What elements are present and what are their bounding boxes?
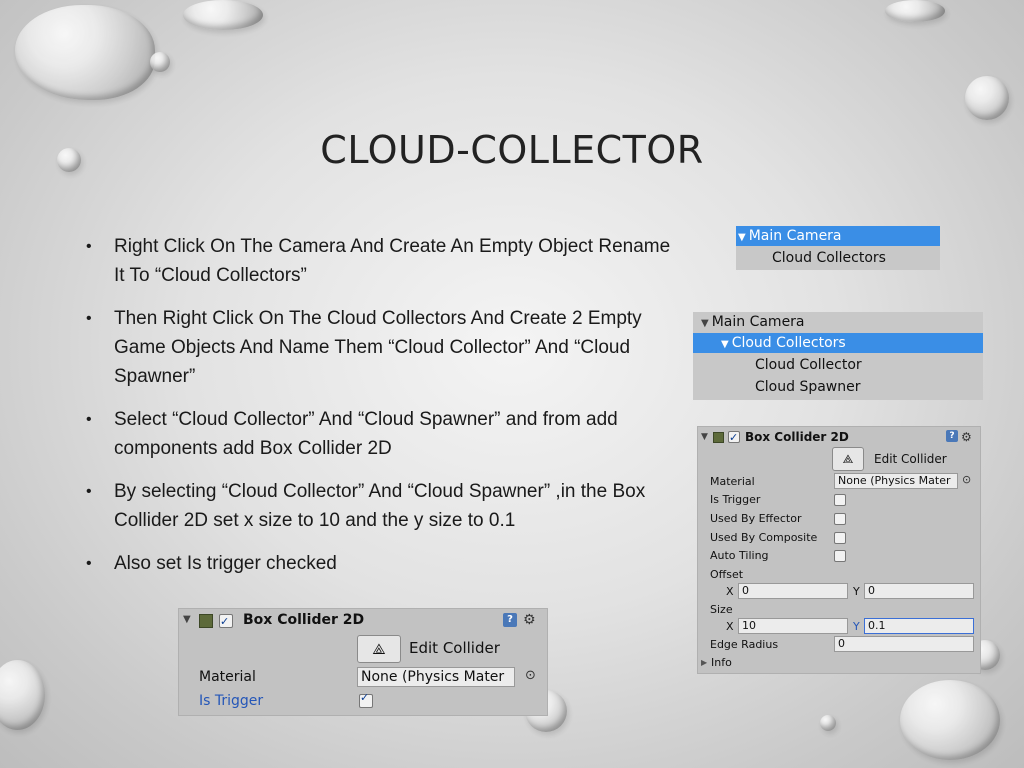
bullet-item: • Then Right Click On The Cloud Collector… xyxy=(86,304,676,391)
hierarchy-item-main-camera[interactable]: ▼ Main Camera xyxy=(701,312,805,332)
edit-collider-icon: ⟁ xyxy=(372,640,386,658)
water-drop-decoration xyxy=(15,5,155,100)
component-header: ▼ Box Collider 2D ? ⚙ xyxy=(698,427,980,448)
material-label: Material xyxy=(199,669,256,685)
edge-radius-label: Edge Radius xyxy=(710,638,779,651)
component-title: Box Collider 2D xyxy=(243,612,365,628)
bullet-icon: • xyxy=(86,310,92,327)
bullet-item: • By selecting “Cloud Collector” And “Clo… xyxy=(86,477,676,535)
info-foldout-icon[interactable]: ▶ xyxy=(701,658,707,667)
info-label[interactable]: Info xyxy=(711,656,732,669)
water-drop-decoration xyxy=(0,660,45,730)
is-trigger-label: Is Trigger xyxy=(199,693,264,709)
collider-component-icon xyxy=(713,432,724,443)
hierarchy-item-label: Main Camera xyxy=(748,228,842,244)
help-book-icon[interactable]: ? xyxy=(946,430,958,442)
offset-y-field[interactable]: 0 xyxy=(864,583,974,599)
hierarchy-item-cloud-collectors[interactable]: ▼ Cloud Collectors xyxy=(693,333,983,353)
edit-collider-icon: ⟁ xyxy=(842,452,854,466)
bullet-item: • Also set Is trigger checked xyxy=(86,549,676,578)
component-title: Box Collider 2D xyxy=(745,430,849,444)
component-enabled-checkbox[interactable] xyxy=(728,428,740,448)
used-by-effector-label: Used By Effector xyxy=(710,512,802,525)
material-label: Material xyxy=(710,475,755,488)
bullet-icon: • xyxy=(86,411,92,428)
used-by-composite-label: Used By Composite xyxy=(710,531,818,544)
foldout-arrow-icon[interactable]: ▼ xyxy=(701,427,708,447)
hierarchy-item-main-camera[interactable]: ▼ Main Camera xyxy=(736,226,940,246)
bullet-icon: • xyxy=(86,555,92,572)
hierarchy-item-label: Cloud Collector xyxy=(755,357,862,373)
help-book-icon[interactable]: ? xyxy=(503,613,517,627)
collider-component-icon xyxy=(199,614,213,628)
hierarchy-panel-2: ▼ Main Camera ▼ Cloud Collectors Cloud Col… xyxy=(693,312,983,400)
bullet-text: Right Click On The Camera And Create An … xyxy=(114,236,671,286)
is-trigger-label: Is Trigger xyxy=(710,493,761,506)
slide-title: CLOUD-COLLECTOR xyxy=(320,128,704,172)
hierarchy-item-label: Cloud Collectors xyxy=(731,335,846,351)
water-drop-decoration xyxy=(900,680,1000,760)
used-by-effector-checkbox[interactable] xyxy=(834,513,846,525)
expand-arrow-icon[interactable]: ▼ xyxy=(738,228,746,248)
is-trigger-checkbox[interactable] xyxy=(834,494,846,506)
material-field[interactable]: None (Physics Mater xyxy=(357,667,515,687)
bullet-item: • Select “Cloud Collector” And “Cloud Spa… xyxy=(86,405,676,463)
offset-x-label: X xyxy=(726,585,734,598)
edge-radius-field[interactable]: 0 xyxy=(834,636,974,652)
hierarchy-panel-1: ▼ Main Camera Cloud Collectors xyxy=(736,226,940,270)
size-label: Size xyxy=(710,603,733,616)
used-by-composite-checkbox[interactable] xyxy=(834,532,846,544)
offset-label: Offset xyxy=(710,568,744,581)
inspector-box-collider-small: ▼ Box Collider 2D ? ⚙ ⟁ Edit Collider Ma… xyxy=(178,608,548,716)
inspector-box-collider-large: ▼ Box Collider 2D ? ⚙ ⟁ Edit Collider Ma… xyxy=(697,426,981,674)
hierarchy-item-cloud-spawner[interactable]: Cloud Spawner xyxy=(755,377,861,397)
auto-tiling-checkbox[interactable] xyxy=(834,550,846,562)
edit-collider-label: Edit Collider xyxy=(874,452,947,466)
hierarchy-item-label: Cloud Collectors xyxy=(772,250,886,266)
water-drop-decoration xyxy=(965,76,1009,120)
foldout-arrow-icon[interactable]: ▼ xyxy=(183,609,191,631)
size-y-label: Y xyxy=(853,620,860,633)
water-drop-decoration xyxy=(820,715,836,731)
material-field[interactable]: None (Physics Mater xyxy=(834,473,958,489)
gear-icon[interactable]: ⚙ xyxy=(961,427,972,447)
is-trigger-checkbox[interactable] xyxy=(359,691,373,708)
edit-collider-button[interactable]: ⟁ xyxy=(357,635,401,663)
bullet-text: Select “Cloud Collector” And “Cloud Spaw… xyxy=(114,409,618,459)
object-picker-icon[interactable]: ⊙ xyxy=(962,473,971,486)
bullet-text: Also set Is trigger checked xyxy=(114,553,337,574)
hierarchy-item-cloud-collectors[interactable]: Cloud Collectors xyxy=(772,248,886,268)
size-x-field[interactable]: 10 xyxy=(738,618,848,634)
size-x-label: X xyxy=(726,620,734,633)
bullet-list: • Right Click On The Camera And Create An… xyxy=(86,232,676,592)
edit-collider-button[interactable]: ⟁ xyxy=(832,447,864,471)
edit-collider-label: Edit Collider xyxy=(409,639,500,657)
bullet-item: • Right Click On The Camera And Create An… xyxy=(86,232,676,290)
gear-icon[interactable]: ⚙ xyxy=(523,609,536,631)
water-drop-decoration xyxy=(150,52,170,72)
expand-arrow-icon[interactable]: ▼ xyxy=(721,335,729,355)
expand-arrow-icon[interactable]: ▼ xyxy=(701,314,709,334)
hierarchy-item-cloud-collector[interactable]: Cloud Collector xyxy=(755,355,862,375)
bullet-text: By selecting “Cloud Collector” And “Clou… xyxy=(114,481,646,531)
hierarchy-item-label: Main Camera xyxy=(711,314,805,330)
water-drop-decoration xyxy=(183,0,263,30)
bullet-icon: • xyxy=(86,483,92,500)
bullet-text: Then Right Click On The Cloud Collectors… xyxy=(114,308,642,387)
size-y-field[interactable]: 0.1 xyxy=(864,618,974,634)
auto-tiling-label: Auto Tiling xyxy=(710,549,769,562)
component-enabled-checkbox[interactable] xyxy=(219,611,233,633)
offset-x-field[interactable]: 0 xyxy=(738,583,848,599)
bullet-icon: • xyxy=(86,238,92,255)
offset-y-label: Y xyxy=(853,585,860,598)
hierarchy-item-label: Cloud Spawner xyxy=(755,379,861,395)
object-picker-icon[interactable]: ⊙ xyxy=(525,668,536,683)
water-drop-decoration xyxy=(885,0,945,22)
component-header: ▼ Box Collider 2D ? ⚙ xyxy=(179,609,547,633)
